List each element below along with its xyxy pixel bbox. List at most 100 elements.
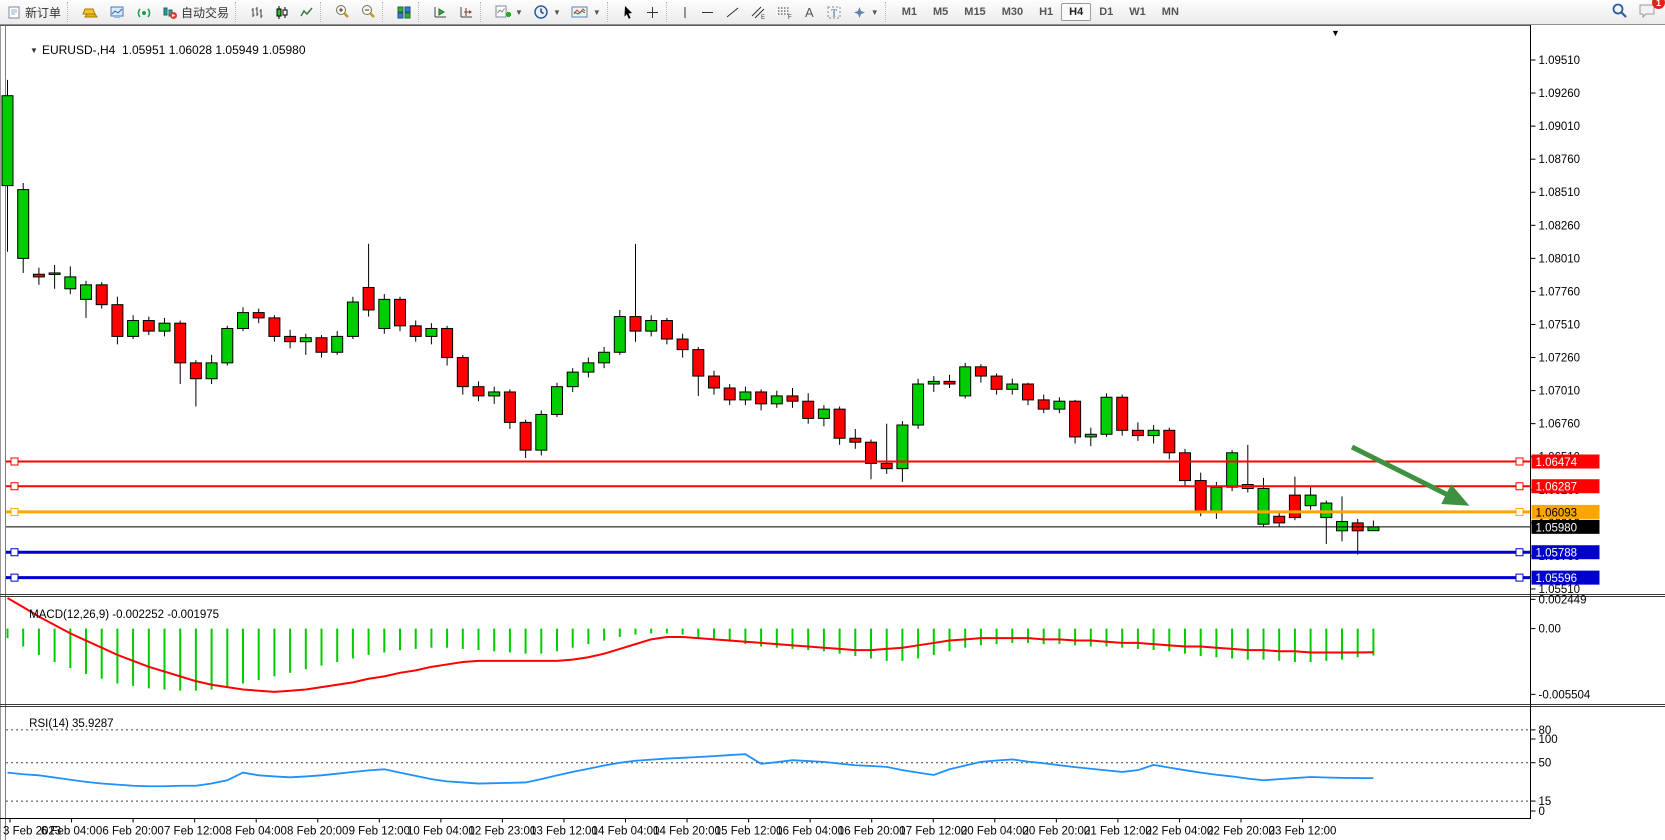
vertical-line-button[interactable] xyxy=(675,3,695,21)
arrows-button[interactable]: ▼ xyxy=(847,3,884,21)
crosshair-icon xyxy=(645,5,660,20)
signal-button[interactable] xyxy=(131,3,157,21)
gold-button[interactable] xyxy=(76,3,104,21)
svg-text:1.07260: 1.07260 xyxy=(1539,353,1581,365)
bar-chart-button[interactable] xyxy=(244,3,269,21)
candlestick-chart-icon xyxy=(274,5,289,20)
auto-trading-button[interactable]: 自动交易 xyxy=(157,3,234,21)
svg-text:1.05788: 1.05788 xyxy=(1536,548,1578,560)
line-handle[interactable] xyxy=(1516,574,1523,581)
time-axis-label: 10 Feb 04:00 xyxy=(407,826,475,838)
time-axis-label: 8 Feb 04:00 xyxy=(226,826,287,838)
collapse-triangle-icon[interactable]: ▼ xyxy=(30,46,38,55)
periods-button[interactable]: ▼ xyxy=(528,3,566,21)
timeframe-MN[interactable]: MN xyxy=(1154,3,1187,21)
open-value: 1.05951 xyxy=(122,43,165,57)
svg-text:1.05596: 1.05596 xyxy=(1536,573,1578,585)
label-button[interactable]: T xyxy=(821,3,847,21)
zoom-out-icon xyxy=(360,4,376,20)
zoom-in-button[interactable] xyxy=(329,3,355,21)
line-handle[interactable] xyxy=(11,483,18,490)
high-value: 1.06028 xyxy=(169,43,212,57)
signal-icon xyxy=(136,5,152,20)
time-axis-label: 15 Feb 12:00 xyxy=(715,826,783,838)
line-handle[interactable] xyxy=(11,458,18,465)
main-toolbar: 新订单 自动交易 xyxy=(0,0,1665,25)
macd-label: MACD(12,26,9) -0.002252 -0.001975 xyxy=(10,597,219,633)
time-axis-label: 13 Feb 12:00 xyxy=(530,826,598,838)
svg-text:1.08760: 1.08760 xyxy=(1539,154,1581,166)
timeframe-M30[interactable]: M30 xyxy=(994,3,1031,21)
cursor-button[interactable] xyxy=(616,3,640,21)
timeframe-H4[interactable]: H4 xyxy=(1061,3,1091,21)
chart-shift-button[interactable] xyxy=(427,3,453,21)
text-icon: A xyxy=(803,5,816,20)
timeframe-H1[interactable]: H1 xyxy=(1031,3,1061,21)
svg-text:F: F xyxy=(788,15,792,20)
line-handle[interactable] xyxy=(1516,549,1523,556)
tile-windows-icon xyxy=(396,5,412,20)
line-handle[interactable] xyxy=(1516,458,1523,465)
add-indicator-icon xyxy=(494,4,511,20)
market-watch-button[interactable] xyxy=(104,3,131,21)
chart-canvas[interactable]: ▼1.095101.092601.090101.087601.085101.08… xyxy=(0,25,1665,840)
text-button[interactable]: A xyxy=(798,3,821,21)
auto-scroll-button[interactable] xyxy=(453,3,479,21)
line-handle[interactable] xyxy=(11,508,18,515)
timeframe-M1[interactable]: M1 xyxy=(894,3,925,21)
line-handle[interactable] xyxy=(1516,483,1523,490)
equidistant-channel-button[interactable]: E xyxy=(745,3,771,21)
line-handle[interactable] xyxy=(11,549,18,556)
time-axis-label: 17 Feb 12:00 xyxy=(899,826,967,838)
templates-icon xyxy=(571,5,589,19)
new-order-button[interactable]: 新订单 xyxy=(2,3,66,21)
horizontal-line-button[interactable] xyxy=(695,3,720,21)
timeframe-W1[interactable]: W1 xyxy=(1121,3,1154,21)
symbol-period: EURUSD-,H4 xyxy=(42,43,115,57)
trendline-button[interactable] xyxy=(720,3,745,21)
time-axis-label: 16 Feb 04:00 xyxy=(776,826,844,838)
svg-text:0: 0 xyxy=(1539,806,1545,818)
time-axis-label: 6 Feb 04:00 xyxy=(41,826,102,838)
label-icon: T xyxy=(826,5,842,20)
time-axis-label: 23 Feb 12:00 xyxy=(1269,826,1337,838)
crosshair-button[interactable] xyxy=(640,3,665,21)
time-axis-label: 22 Feb 04:00 xyxy=(1146,826,1214,838)
close-value: 1.05980 xyxy=(262,43,305,57)
svg-text:E: E xyxy=(761,15,765,20)
line-handle[interactable] xyxy=(1516,508,1523,515)
zoom-in-icon xyxy=(334,4,350,20)
search-button[interactable] xyxy=(1611,2,1628,22)
chevron-down-icon: ▼ xyxy=(871,8,879,17)
svg-text:1.07510: 1.07510 xyxy=(1539,319,1581,331)
timeframe-D1[interactable]: D1 xyxy=(1091,3,1121,21)
toolbar-separator xyxy=(480,2,488,22)
svg-text:1.06760: 1.06760 xyxy=(1539,419,1581,431)
scroll-marker-icon[interactable]: ▼ xyxy=(1331,28,1340,38)
fibonacci-button[interactable]: F xyxy=(771,3,798,21)
chart-title: ▼EURUSD-,H4 1.05951 1.06028 1.05949 1.05… xyxy=(10,29,306,71)
svg-text:80: 80 xyxy=(1539,725,1552,737)
chat-button[interactable]: 1 xyxy=(1638,2,1657,22)
time-axis-label: 16 Feb 20:00 xyxy=(838,826,906,838)
time-axis-label: 6 Feb 20:00 xyxy=(102,826,163,838)
svg-text:1.06093: 1.06093 xyxy=(1536,507,1578,519)
auto-trading-label: 自动交易 xyxy=(181,4,229,21)
templates-button[interactable]: ▼ xyxy=(566,3,606,21)
vertical-line-icon xyxy=(680,5,690,20)
fibonacci-icon: F xyxy=(776,5,793,20)
line-chart-icon xyxy=(299,5,314,20)
chat-icon xyxy=(1638,8,1657,22)
zoom-out-button[interactable] xyxy=(355,3,381,21)
bar-chart-icon xyxy=(249,5,264,20)
time-axis-label: 9 Feb 12:00 xyxy=(349,826,410,838)
line-chart-button[interactable] xyxy=(294,3,319,21)
add-indicator-button[interactable]: ▼ xyxy=(489,3,528,21)
timeframe-M15[interactable]: M15 xyxy=(956,3,993,21)
auto-trading-icon xyxy=(162,5,178,20)
timeframe-M5[interactable]: M5 xyxy=(925,3,956,21)
tile-windows-button[interactable] xyxy=(391,3,417,21)
line-handle[interactable] xyxy=(11,574,18,581)
svg-text:1.07010: 1.07010 xyxy=(1539,386,1581,398)
candlestick-chart-button[interactable] xyxy=(269,3,294,21)
